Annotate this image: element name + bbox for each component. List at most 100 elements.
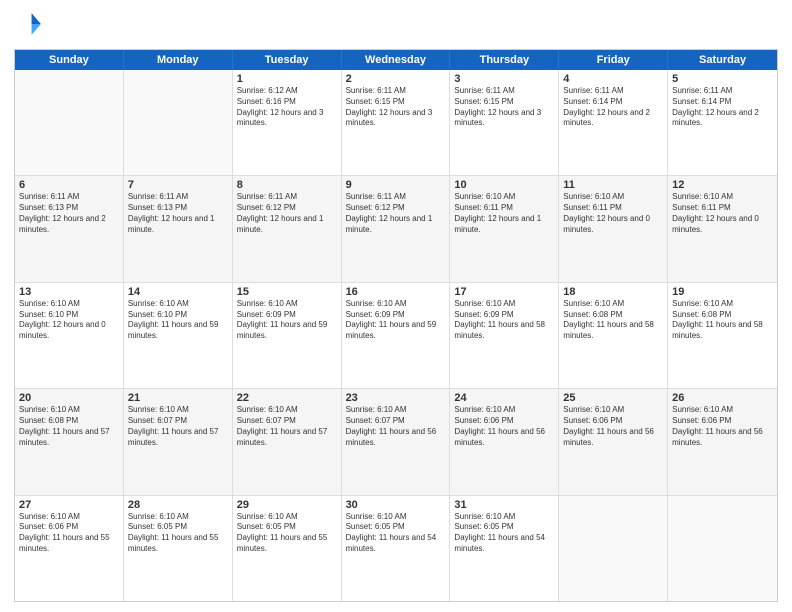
day-cell-27: 27Sunrise: 6:10 AM Sunset: 6:06 PM Dayli… xyxy=(15,496,124,601)
day-cell-18: 18Sunrise: 6:10 AM Sunset: 6:08 PM Dayli… xyxy=(559,283,668,388)
day-cell-empty xyxy=(559,496,668,601)
day-number: 17 xyxy=(454,286,554,298)
calendar-row-0: 1Sunrise: 6:12 AM Sunset: 6:16 PM Daylig… xyxy=(15,70,777,175)
day-number: 23 xyxy=(346,392,446,404)
calendar-row-4: 27Sunrise: 6:10 AM Sunset: 6:06 PM Dayli… xyxy=(15,495,777,601)
day-cell-5: 5Sunrise: 6:11 AM Sunset: 6:14 PM Daylig… xyxy=(668,70,777,175)
day-info: Sunrise: 6:10 AM Sunset: 6:09 PM Dayligh… xyxy=(237,299,337,342)
day-info: Sunrise: 6:11 AM Sunset: 6:14 PM Dayligh… xyxy=(563,86,663,129)
day-cell-13: 13Sunrise: 6:10 AM Sunset: 6:10 PM Dayli… xyxy=(15,283,124,388)
day-number: 21 xyxy=(128,392,228,404)
day-info: Sunrise: 6:10 AM Sunset: 6:06 PM Dayligh… xyxy=(19,512,119,555)
day-cell-28: 28Sunrise: 6:10 AM Sunset: 6:05 PM Dayli… xyxy=(124,496,233,601)
day-cell-22: 22Sunrise: 6:10 AM Sunset: 6:07 PM Dayli… xyxy=(233,389,342,494)
day-cell-16: 16Sunrise: 6:10 AM Sunset: 6:09 PM Dayli… xyxy=(342,283,451,388)
calendar: SundayMondayTuesdayWednesdayThursdayFrid… xyxy=(14,49,778,602)
calendar-row-1: 6Sunrise: 6:11 AM Sunset: 6:13 PM Daylig… xyxy=(15,175,777,281)
header-day-saturday: Saturday xyxy=(668,50,777,70)
day-info: Sunrise: 6:10 AM Sunset: 6:11 PM Dayligh… xyxy=(563,192,663,235)
day-info: Sunrise: 6:10 AM Sunset: 6:09 PM Dayligh… xyxy=(454,299,554,342)
header-day-thursday: Thursday xyxy=(450,50,559,70)
day-cell-7: 7Sunrise: 6:11 AM Sunset: 6:13 PM Daylig… xyxy=(124,176,233,281)
day-info: Sunrise: 6:10 AM Sunset: 6:11 PM Dayligh… xyxy=(672,192,773,235)
day-number: 15 xyxy=(237,286,337,298)
day-info: Sunrise: 6:11 AM Sunset: 6:13 PM Dayligh… xyxy=(19,192,119,235)
day-cell-23: 23Sunrise: 6:10 AM Sunset: 6:07 PM Dayli… xyxy=(342,389,451,494)
day-number: 11 xyxy=(563,179,663,191)
day-number: 16 xyxy=(346,286,446,298)
day-number: 29 xyxy=(237,499,337,511)
day-number: 18 xyxy=(563,286,663,298)
day-cell-10: 10Sunrise: 6:10 AM Sunset: 6:11 PM Dayli… xyxy=(450,176,559,281)
day-info: Sunrise: 6:11 AM Sunset: 6:12 PM Dayligh… xyxy=(237,192,337,235)
day-info: Sunrise: 6:10 AM Sunset: 6:05 PM Dayligh… xyxy=(346,512,446,555)
day-cell-29: 29Sunrise: 6:10 AM Sunset: 6:05 PM Dayli… xyxy=(233,496,342,601)
day-info: Sunrise: 6:10 AM Sunset: 6:07 PM Dayligh… xyxy=(237,405,337,448)
day-cell-14: 14Sunrise: 6:10 AM Sunset: 6:10 PM Dayli… xyxy=(124,283,233,388)
day-number: 26 xyxy=(672,392,773,404)
day-info: Sunrise: 6:11 AM Sunset: 6:13 PM Dayligh… xyxy=(128,192,228,235)
day-info: Sunrise: 6:10 AM Sunset: 6:09 PM Dayligh… xyxy=(346,299,446,342)
day-number: 24 xyxy=(454,392,554,404)
day-cell-9: 9Sunrise: 6:11 AM Sunset: 6:12 PM Daylig… xyxy=(342,176,451,281)
header-day-sunday: Sunday xyxy=(15,50,124,70)
day-info: Sunrise: 6:10 AM Sunset: 6:08 PM Dayligh… xyxy=(672,299,773,342)
day-number: 2 xyxy=(346,73,446,85)
day-cell-15: 15Sunrise: 6:10 AM Sunset: 6:09 PM Dayli… xyxy=(233,283,342,388)
day-cell-21: 21Sunrise: 6:10 AM Sunset: 6:07 PM Dayli… xyxy=(124,389,233,494)
day-cell-4: 4Sunrise: 6:11 AM Sunset: 6:14 PM Daylig… xyxy=(559,70,668,175)
day-info: Sunrise: 6:11 AM Sunset: 6:14 PM Dayligh… xyxy=(672,86,773,129)
day-info: Sunrise: 6:10 AM Sunset: 6:06 PM Dayligh… xyxy=(672,405,773,448)
day-info: Sunrise: 6:10 AM Sunset: 6:06 PM Dayligh… xyxy=(563,405,663,448)
day-number: 1 xyxy=(237,73,337,85)
day-info: Sunrise: 6:10 AM Sunset: 6:10 PM Dayligh… xyxy=(19,299,119,342)
day-info: Sunrise: 6:10 AM Sunset: 6:08 PM Dayligh… xyxy=(563,299,663,342)
day-cell-empty xyxy=(15,70,124,175)
day-cell-6: 6Sunrise: 6:11 AM Sunset: 6:13 PM Daylig… xyxy=(15,176,124,281)
day-cell-1: 1Sunrise: 6:12 AM Sunset: 6:16 PM Daylig… xyxy=(233,70,342,175)
day-cell-19: 19Sunrise: 6:10 AM Sunset: 6:08 PM Dayli… xyxy=(668,283,777,388)
calendar-header: SundayMondayTuesdayWednesdayThursdayFrid… xyxy=(15,50,777,70)
day-info: Sunrise: 6:10 AM Sunset: 6:05 PM Dayligh… xyxy=(454,512,554,555)
day-cell-31: 31Sunrise: 6:10 AM Sunset: 6:05 PM Dayli… xyxy=(450,496,559,601)
day-number: 5 xyxy=(672,73,773,85)
calendar-row-3: 20Sunrise: 6:10 AM Sunset: 6:08 PM Dayli… xyxy=(15,388,777,494)
day-info: Sunrise: 6:10 AM Sunset: 6:07 PM Dayligh… xyxy=(128,405,228,448)
day-cell-24: 24Sunrise: 6:10 AM Sunset: 6:06 PM Dayli… xyxy=(450,389,559,494)
logo xyxy=(14,10,44,43)
day-cell-12: 12Sunrise: 6:10 AM Sunset: 6:11 PM Dayli… xyxy=(668,176,777,281)
day-number: 4 xyxy=(563,73,663,85)
day-number: 22 xyxy=(237,392,337,404)
day-info: Sunrise: 6:12 AM Sunset: 6:16 PM Dayligh… xyxy=(237,86,337,129)
day-info: Sunrise: 6:11 AM Sunset: 6:12 PM Dayligh… xyxy=(346,192,446,235)
day-number: 12 xyxy=(672,179,773,191)
header xyxy=(14,10,778,43)
day-number: 10 xyxy=(454,179,554,191)
day-info: Sunrise: 6:10 AM Sunset: 6:11 PM Dayligh… xyxy=(454,192,554,235)
day-info: Sunrise: 6:11 AM Sunset: 6:15 PM Dayligh… xyxy=(454,86,554,129)
day-cell-empty xyxy=(124,70,233,175)
day-cell-11: 11Sunrise: 6:10 AM Sunset: 6:11 PM Dayli… xyxy=(559,176,668,281)
logo-icon xyxy=(16,10,44,38)
day-cell-20: 20Sunrise: 6:10 AM Sunset: 6:08 PM Dayli… xyxy=(15,389,124,494)
day-cell-empty xyxy=(668,496,777,601)
day-number: 30 xyxy=(346,499,446,511)
day-cell-8: 8Sunrise: 6:11 AM Sunset: 6:12 PM Daylig… xyxy=(233,176,342,281)
day-info: Sunrise: 6:10 AM Sunset: 6:10 PM Dayligh… xyxy=(128,299,228,342)
day-number: 6 xyxy=(19,179,119,191)
day-info: Sunrise: 6:10 AM Sunset: 6:07 PM Dayligh… xyxy=(346,405,446,448)
day-info: Sunrise: 6:10 AM Sunset: 6:06 PM Dayligh… xyxy=(454,405,554,448)
header-day-friday: Friday xyxy=(559,50,668,70)
day-cell-30: 30Sunrise: 6:10 AM Sunset: 6:05 PM Dayli… xyxy=(342,496,451,601)
header-day-monday: Monday xyxy=(124,50,233,70)
calendar-body: 1Sunrise: 6:12 AM Sunset: 6:16 PM Daylig… xyxy=(15,70,777,601)
page: SundayMondayTuesdayWednesdayThursdayFrid… xyxy=(0,0,792,612)
day-cell-26: 26Sunrise: 6:10 AM Sunset: 6:06 PM Dayli… xyxy=(668,389,777,494)
day-cell-25: 25Sunrise: 6:10 AM Sunset: 6:06 PM Dayli… xyxy=(559,389,668,494)
day-number: 9 xyxy=(346,179,446,191)
day-number: 19 xyxy=(672,286,773,298)
day-number: 13 xyxy=(19,286,119,298)
day-number: 28 xyxy=(128,499,228,511)
day-info: Sunrise: 6:10 AM Sunset: 6:08 PM Dayligh… xyxy=(19,405,119,448)
calendar-row-2: 13Sunrise: 6:10 AM Sunset: 6:10 PM Dayli… xyxy=(15,282,777,388)
